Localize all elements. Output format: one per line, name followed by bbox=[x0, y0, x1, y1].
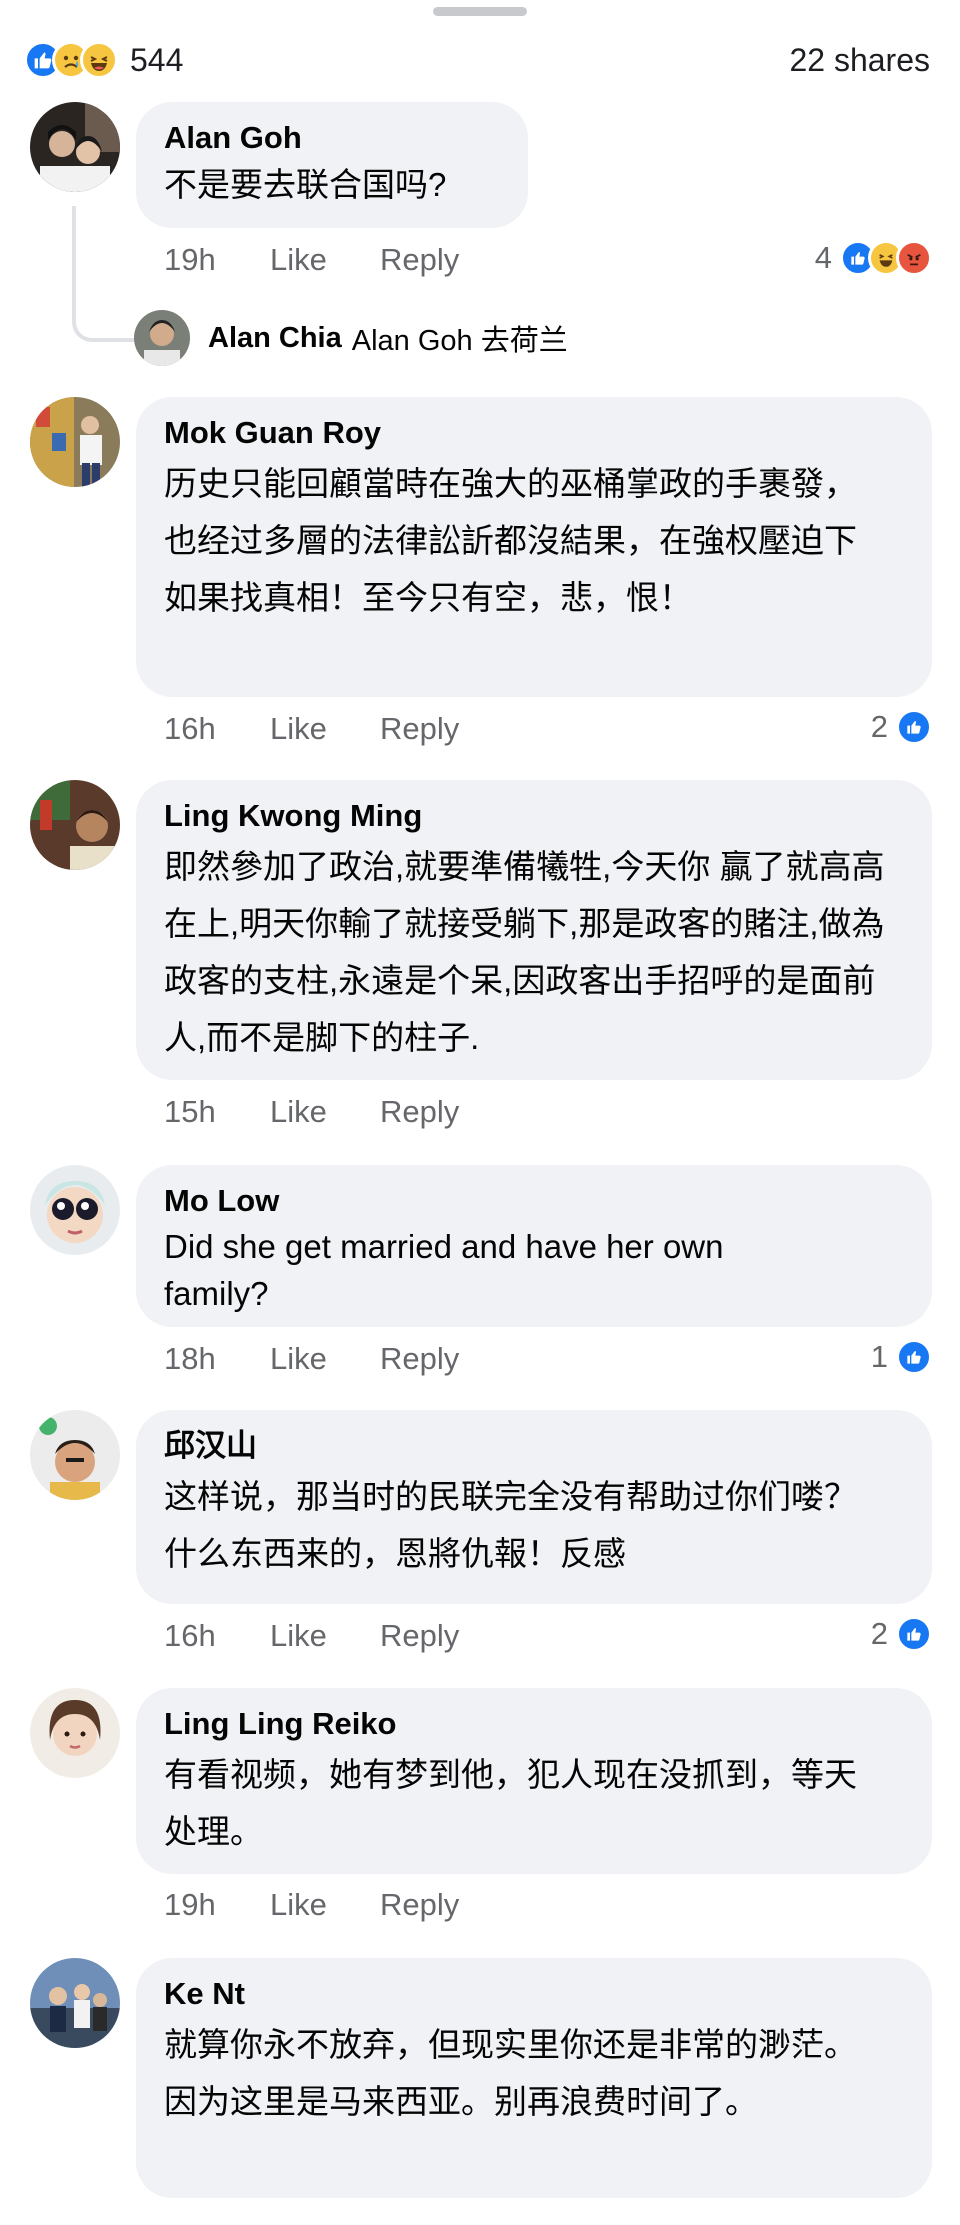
thread-connector bbox=[72, 206, 138, 342]
comment-actions: 19h Like Reply bbox=[164, 1887, 459, 1923]
comment-time[interactable]: 15h bbox=[164, 1094, 270, 1130]
commenter-name[interactable]: Mo Low bbox=[164, 1179, 904, 1223]
comment-text: 就算你永不放弃，但现实里你还是非常的渺茫。因为这里是马来西亚。别再浪费时间了。 bbox=[164, 2026, 857, 2120]
comment-actions: 16h Like Reply bbox=[164, 711, 459, 747]
reply-button[interactable]: Reply bbox=[380, 1341, 459, 1377]
comment-bubble[interactable]: Alan Goh 不是要去联合国吗? bbox=[136, 102, 528, 228]
reply-button[interactable]: Reply bbox=[380, 711, 459, 747]
comment-bubble[interactable]: Ke Nt 就算你永不放弃，但现实里你还是非常的渺茫。因为这里是马来西亚。别再浪… bbox=[136, 1958, 932, 2198]
comment-time[interactable]: 19h bbox=[164, 242, 270, 278]
like-button[interactable]: Like bbox=[270, 1341, 380, 1377]
reply-author-name[interactable]: Alan Chia bbox=[208, 322, 342, 355]
comment-text: 即然參加了政治,就要準備犧牲,今天你 贏了就高高在上,明天你輸了就接受躺下,那是… bbox=[164, 848, 885, 1056]
reaction-number: 2 bbox=[870, 709, 888, 744]
haha-icon bbox=[80, 41, 118, 79]
like-button[interactable]: Like bbox=[270, 1618, 380, 1654]
comment-bubble[interactable]: Ling Kwong Ming 即然參加了政治,就要準備犧牲,今天你 贏了就高高… bbox=[136, 780, 932, 1080]
reply-preview[interactable]: Alan Chia Alan Goh 去荷兰 bbox=[134, 310, 568, 366]
like-button[interactable]: Like bbox=[270, 1094, 380, 1130]
comment-actions: 15h Like Reply bbox=[164, 1094, 459, 1130]
comment-actions: 16h Like Reply bbox=[164, 1618, 459, 1654]
comment-actions: 18h Like Reply bbox=[164, 1341, 459, 1377]
avatar[interactable] bbox=[30, 780, 120, 870]
comment-text: 历史只能回顧當時在強大的巫桶掌政的手裹發，也经过多層的法律訟訢都沒結果，在強权壓… bbox=[164, 465, 857, 616]
commenter-name[interactable]: Mok Guan Roy bbox=[164, 411, 904, 455]
comment-time[interactable]: 16h bbox=[164, 1618, 270, 1654]
reply-button[interactable]: Reply bbox=[380, 242, 459, 278]
comment-text: Did she get married and have her own fam… bbox=[164, 1228, 724, 1312]
shares-count[interactable]: 22 shares bbox=[789, 42, 930, 79]
commenter-name[interactable]: Alan Goh bbox=[164, 116, 500, 160]
like-icon bbox=[896, 1339, 932, 1375]
comment-reactions[interactable]: 1 bbox=[871, 1339, 932, 1375]
commenter-name[interactable]: 邱汉山 bbox=[164, 1424, 904, 1468]
commenter-name[interactable]: Ke Nt bbox=[164, 1972, 904, 2016]
comment-bubble[interactable]: Mok Guan Roy 历史只能回顧當時在強大的巫桶掌政的手裹發，也经过多層的… bbox=[136, 397, 932, 697]
reaction-number: 1 bbox=[870, 1339, 888, 1374]
comment-reactions[interactable]: 4 bbox=[815, 240, 932, 276]
drag-handle[interactable] bbox=[433, 7, 527, 16]
avatar[interactable] bbox=[30, 102, 120, 192]
avatar[interactable] bbox=[30, 1958, 120, 2048]
reaction-count[interactable]: 544 bbox=[130, 42, 183, 79]
avatar[interactable] bbox=[134, 310, 190, 366]
comment-bubble[interactable]: 邱汉山 这样说，那当时的民联完全没有帮助过你们喽？什么东西来的，恩將仇報！反感 bbox=[136, 1410, 932, 1604]
comment-reactions[interactable]: 2 bbox=[871, 1616, 932, 1652]
avatar[interactable] bbox=[30, 1165, 120, 1255]
reply-button[interactable]: Reply bbox=[380, 1887, 459, 1923]
comment-time[interactable]: 16h bbox=[164, 711, 270, 747]
reply-button[interactable]: Reply bbox=[380, 1618, 459, 1654]
comment-time[interactable]: 18h bbox=[164, 1341, 270, 1377]
comment-bubble[interactable]: Mo Low Did she get married and have her … bbox=[136, 1165, 932, 1327]
comment-text: 这样说，那当时的民联完全没有帮助过你们喽？什么东西来的，恩將仇報！反感 bbox=[164, 1478, 857, 1572]
comment-bubble[interactable]: Ling Ling Reiko 有看视频，她有梦到他，犯人现在没抓到，等天处理。 bbox=[136, 1688, 932, 1874]
avatar[interactable] bbox=[30, 1410, 120, 1500]
comment-text: 有看视频，她有梦到他，犯人现在没抓到，等天处理。 bbox=[164, 1756, 857, 1850]
like-button[interactable]: Like bbox=[270, 1887, 380, 1923]
comment-actions: 19h Like Reply bbox=[164, 242, 459, 278]
like-icon bbox=[896, 1616, 932, 1652]
angry-icon bbox=[896, 240, 932, 276]
avatar[interactable] bbox=[30, 1688, 120, 1778]
comment-time[interactable]: 19h bbox=[164, 1887, 270, 1923]
avatar[interactable] bbox=[30, 397, 120, 487]
commenter-name[interactable]: Ling Kwong Ming bbox=[164, 794, 904, 838]
like-button[interactable]: Like bbox=[270, 711, 380, 747]
reaction-icons[interactable] bbox=[24, 41, 118, 79]
like-icon bbox=[896, 709, 932, 745]
comment-text: 不是要去联合国吗? bbox=[164, 166, 447, 203]
reply-text: Alan Goh 去荷兰 bbox=[351, 325, 568, 357]
commenter-name[interactable]: Ling Ling Reiko bbox=[164, 1702, 904, 1746]
reaction-number: 4 bbox=[814, 240, 832, 275]
reaction-number: 2 bbox=[870, 1616, 888, 1651]
reaction-summary-bar: 544 22 shares bbox=[24, 34, 930, 86]
reply-button[interactable]: Reply bbox=[380, 1094, 459, 1130]
comment-reactions[interactable]: 2 bbox=[871, 709, 932, 745]
like-button[interactable]: Like bbox=[270, 242, 380, 278]
